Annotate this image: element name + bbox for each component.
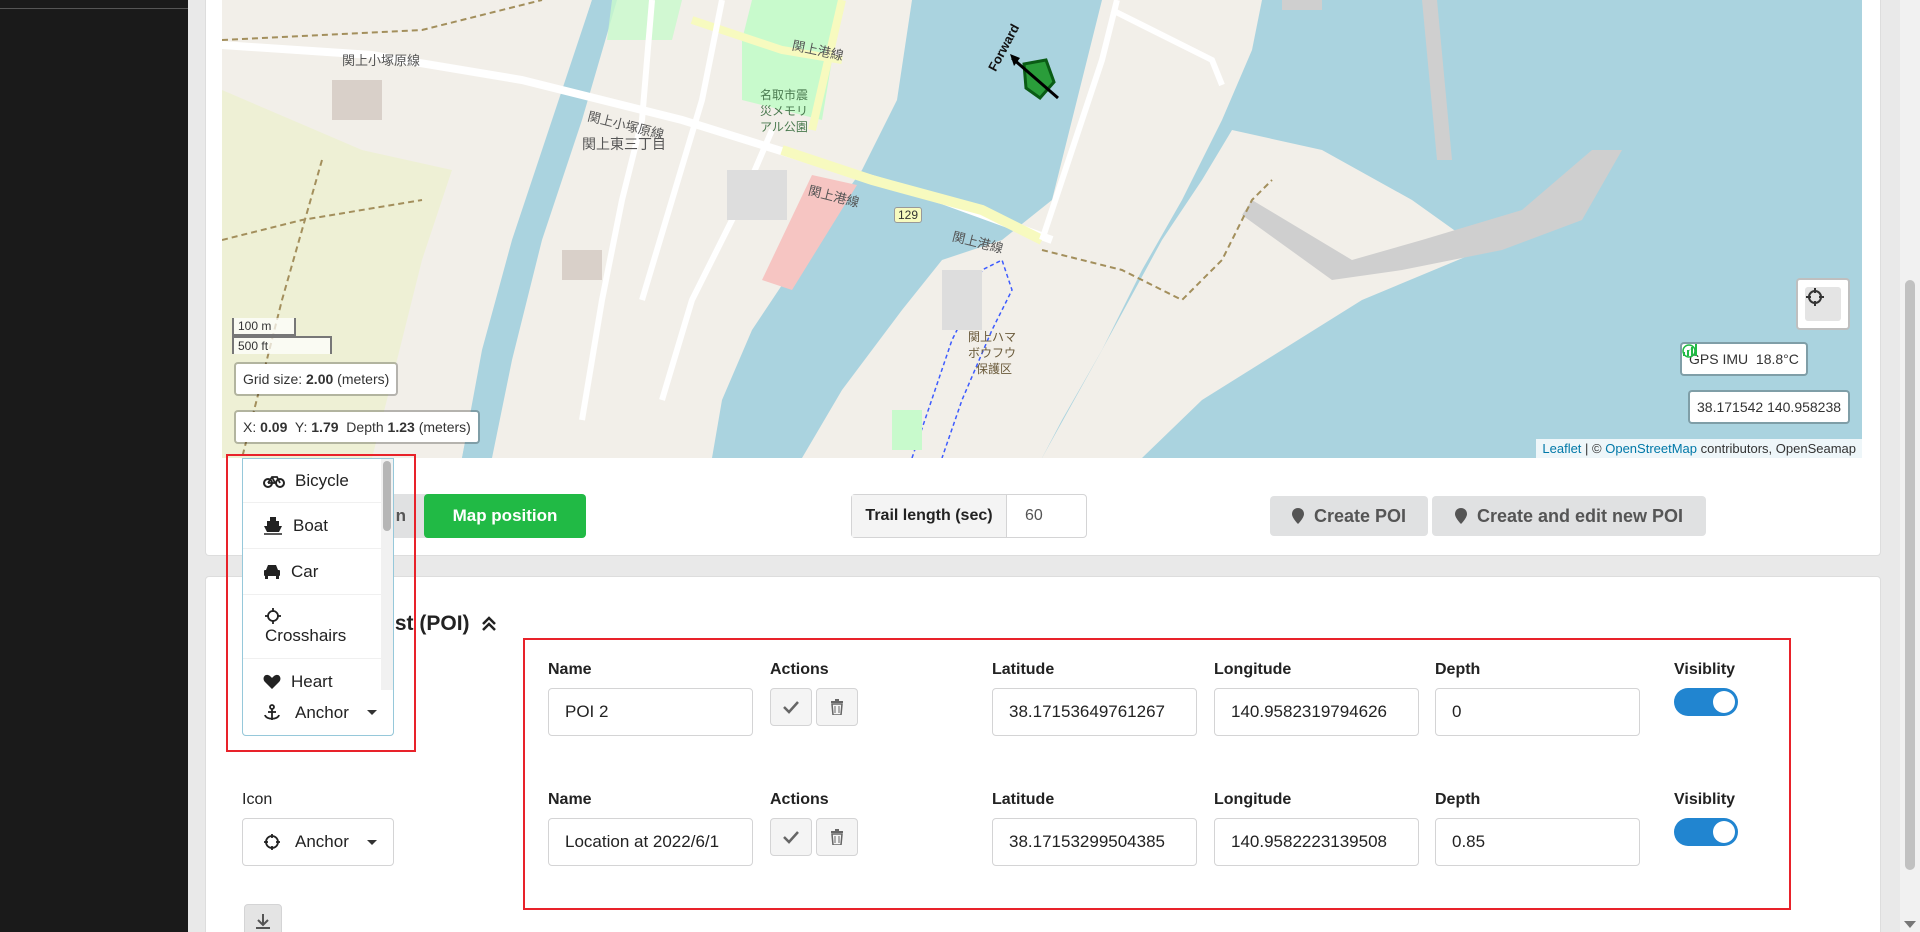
trail-length-input[interactable]: 60 xyxy=(1007,495,1086,537)
locate-button[interactable] xyxy=(1796,278,1850,330)
route-shield: 129 xyxy=(894,207,923,223)
chevron-down-icon xyxy=(366,839,377,845)
grid-size-box: Grid size: 2.00 (meters) xyxy=(234,362,399,396)
map-marker-icon xyxy=(1454,508,1467,524)
map-label: ボウフウ xyxy=(968,346,1017,360)
trail-length-label: Trail length (sec) xyxy=(852,495,1007,537)
map-label: 保護区 xyxy=(976,362,1013,376)
scroll-down-arrow[interactable] xyxy=(1904,921,1916,928)
map-label: 関上ハマ xyxy=(968,330,1017,344)
map-label: アル公園 xyxy=(760,120,808,134)
scrollbar-thumb[interactable] xyxy=(1905,280,1915,870)
scale-feet: 500 ft xyxy=(232,336,332,354)
position-readout: X: 0.09 Y: 1.79 Depth 1.23 (meters) xyxy=(234,410,480,444)
highlight-box xyxy=(523,638,1791,910)
collapse-icon[interactable] xyxy=(481,615,497,633)
icon-label: Icon xyxy=(242,791,273,808)
vehicle-marker xyxy=(1010,54,1059,101)
coordinates-box: 38.171542 140.958238 xyxy=(1688,390,1851,424)
map-label: 名取市震 xyxy=(760,88,809,102)
download-button[interactable] xyxy=(244,904,282,932)
map-view[interactable]: 関上小塚原線 関上小塚原線 関上港線 関上東三丁目 名取市震 災メモリ アル公園… xyxy=(222,0,1862,458)
crosshairs-icon xyxy=(264,834,280,850)
create-edit-poi-button[interactable]: Create and edit new POI xyxy=(1432,496,1706,536)
map-label: 関上東三丁目 xyxy=(582,136,666,152)
create-poi-button[interactable]: Create POI xyxy=(1270,496,1428,536)
leaflet-link[interactable]: Leaflet xyxy=(1542,441,1581,456)
compass-icon xyxy=(1682,344,1696,358)
trail-length-field[interactable]: Trail length (sec) 60 xyxy=(851,494,1087,538)
highlight-box xyxy=(226,454,416,752)
map-marker-icon xyxy=(1291,508,1304,524)
map-tiles xyxy=(222,0,1622,458)
map-attribution: Leaflet | © OpenStreetMap contributors, … xyxy=(1536,439,1862,458)
map-label: 関上小塚原線 xyxy=(342,53,421,68)
map-label: 災メモリ xyxy=(760,104,809,118)
icon-dropdown[interactable]: Anchor xyxy=(242,818,394,866)
map-position-button[interactable]: Map position xyxy=(424,494,586,538)
download-icon xyxy=(256,914,270,929)
left-sidebar xyxy=(0,0,188,932)
status-box: GPS IMU 18.8°C xyxy=(1680,342,1808,376)
scale-meters: 100 m xyxy=(232,318,296,336)
page-scrollbar[interactable] xyxy=(1900,0,1920,932)
osm-link[interactable]: OpenStreetMap xyxy=(1605,441,1697,456)
crosshairs-icon xyxy=(1806,288,1824,306)
